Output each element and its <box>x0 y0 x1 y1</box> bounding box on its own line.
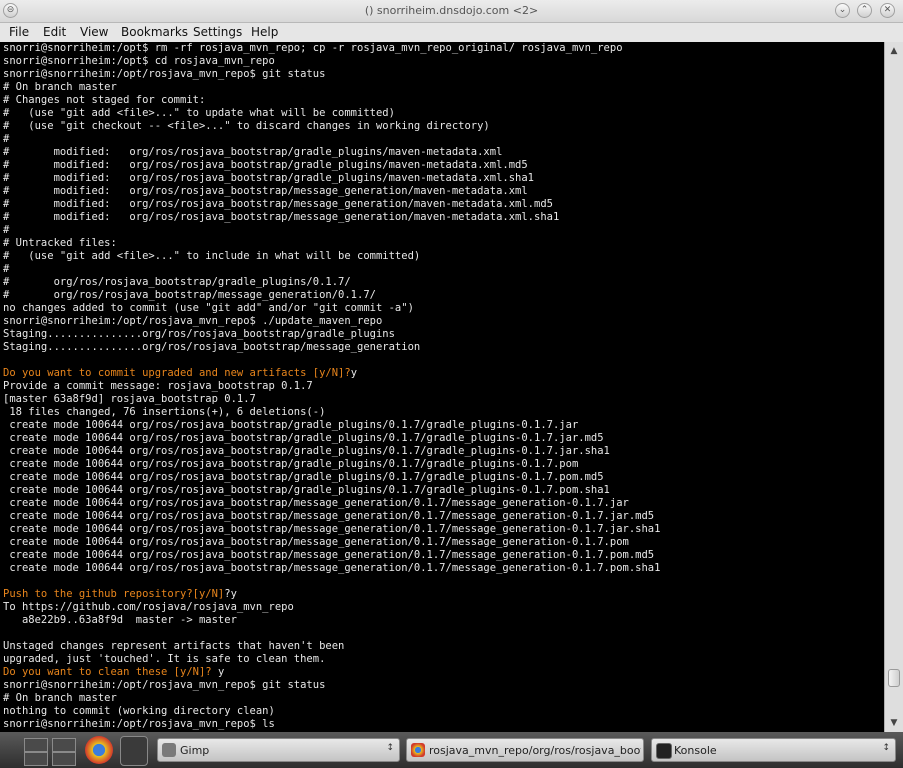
terminal-line: create mode 100644 org/ros/rosjava_boots… <box>3 432 604 444</box>
terminal-line: [master 63a8f9d] rosjava_bootstrap 0.1.7 <box>3 393 256 405</box>
terminal-scrollbar[interactable]: ▲ ▼ <box>884 42 903 732</box>
terminal-line: create mode 100644 org/ros/rosjava_boots… <box>3 445 610 457</box>
task-chrome[interactable]: rosjava_mvn_repo/org/ros/rosjava_bootstr… <box>406 738 644 762</box>
desktop-pager-4[interactable] <box>52 752 76 766</box>
terminal-line: snorri@snorriheim:/opt/rosjava_mvn_repo$… <box>3 68 326 80</box>
scroll-up-icon[interactable]: ▲ <box>887 44 901 58</box>
close-button[interactable]: ✕ <box>880 3 895 18</box>
terminal-line: Do you want to clean these [y/N]? y <box>3 666 225 678</box>
menu-bar: File Edit View Bookmarks Settings Help <box>0 23 903 43</box>
minimize-button[interactable]: ⌄ <box>835 3 850 18</box>
task-arrow-icon: ↕ <box>386 743 394 753</box>
terminal-line: create mode 100644 org/ros/rosjava_boots… <box>3 510 655 522</box>
task-arrow-icon: ↕ <box>882 743 890 753</box>
chrome-launcher-icon[interactable] <box>85 736 113 764</box>
task-konsole[interactable]: Konsole ↕ <box>651 738 896 762</box>
terminal-line: snorri@snorriheim:/opt$ rm -rf rosjava_m… <box>3 42 623 54</box>
task-label: Konsole <box>674 744 717 757</box>
taskbar: Gimp ↕ rosjava_mvn_repo/org/ros/rosjava_… <box>0 732 903 768</box>
terminal-launcher-icon[interactable] <box>120 736 148 766</box>
terminal-view[interactable]: snorri@snorriheim:/opt$ rm -rf rosjava_m… <box>0 42 884 732</box>
terminal-line: create mode 100644 org/ros/rosjava_boots… <box>3 562 661 574</box>
terminal-line: create mode 100644 org/ros/rosjava_boots… <box>3 471 604 483</box>
terminal-line: create mode 100644 org/ros/rosjava_boots… <box>3 549 655 561</box>
terminal-line: # <box>3 263 10 275</box>
terminal-line: nothing to commit (working directory cle… <box>3 705 275 717</box>
konsole-icon <box>656 743 672 759</box>
scrollbar-thumb[interactable] <box>888 669 900 687</box>
terminal-line: Do you want to commit upgraded and new a… <box>3 367 358 379</box>
chrome-icon <box>411 743 425 757</box>
terminal-line: Staging...............org/ros/rosjava_bo… <box>3 328 395 340</box>
terminal-line: 18 files changed, 76 insertions(+), 6 de… <box>3 406 326 418</box>
terminal-line: create mode 100644 org/ros/rosjava_boots… <box>3 523 661 535</box>
terminal-line: create mode 100644 org/ros/rosjava_boots… <box>3 458 579 470</box>
terminal-line: # org/ros/rosjava_bootstrap/gradle_plugi… <box>3 276 351 288</box>
maximize-button[interactable]: ⌃ <box>857 3 872 18</box>
terminal-line: a8e22b9..63a8f9d master -> master <box>3 614 237 626</box>
desktop-pager-3[interactable] <box>24 752 48 766</box>
terminal-line: snorri@snorriheim:/opt/rosjava_mvn_repo$… <box>3 679 326 691</box>
terminal-line: # Changes not staged for commit: <box>3 94 206 106</box>
terminal-line: Unstaged changes represent artifacts tha… <box>3 640 345 652</box>
terminal-line: Provide a commit message: rosjava_bootst… <box>3 380 313 392</box>
desktop-pager-1[interactable] <box>24 738 48 752</box>
window-title: () snorriheim.dnsdojo.com <2> <box>364 4 539 17</box>
terminal-line: # modified: org/ros/rosjava_bootstrap/me… <box>3 198 553 210</box>
terminal-line: # (use "git checkout -- <file>..." to di… <box>3 120 490 132</box>
menu-bookmarks[interactable]: Bookmarks <box>121 25 188 39</box>
terminal-line: # <box>3 224 10 236</box>
terminal-line: # <box>3 133 10 145</box>
terminal-line: Push to the github repository?[y/N]?y <box>3 588 237 600</box>
terminal-line: # modified: org/ros/rosjava_bootstrap/me… <box>3 211 560 223</box>
scroll-down-icon[interactable]: ▼ <box>887 716 901 730</box>
terminal-line: # Untracked files: <box>3 237 117 249</box>
menu-file[interactable]: File <box>9 25 29 39</box>
menu-edit[interactable]: Edit <box>43 25 66 39</box>
terminal-line: # (use "git add <file>..." to update wha… <box>3 107 395 119</box>
terminal-line: # On branch master <box>3 692 117 704</box>
terminal-line: # modified: org/ros/rosjava_bootstrap/me… <box>3 185 528 197</box>
terminal-line: # modified: org/ros/rosjava_bootstrap/gr… <box>3 146 503 158</box>
terminal-line: upgraded, just 'touched'. It is safe to … <box>3 653 326 665</box>
task-gimp[interactable]: Gimp ↕ <box>157 738 400 762</box>
terminal-line: # (use "git add <file>..." to include in… <box>3 250 421 262</box>
terminal-line: create mode 100644 org/ros/rosjava_boots… <box>3 536 629 548</box>
terminal-line: # On branch master <box>3 81 117 93</box>
terminal-line: no changes added to commit (use "git add… <box>3 302 414 314</box>
terminal-line: create mode 100644 org/ros/rosjava_boots… <box>3 497 629 509</box>
menu-settings[interactable]: Settings <box>193 25 242 39</box>
terminal-line: Staging...............org/ros/rosjava_bo… <box>3 341 421 353</box>
desktop-pager-2[interactable] <box>52 738 76 752</box>
terminal-line: create mode 100644 org/ros/rosjava_boots… <box>3 484 610 496</box>
task-label: rosjava_mvn_repo/org/ros/rosjava_bootstr… <box>429 744 641 757</box>
terminal-line: # org/ros/rosjava_bootstrap/message_gene… <box>3 289 376 301</box>
terminal-line: snorri@snorriheim:/opt/rosjava_mvn_repo$… <box>3 315 383 327</box>
terminal-line: # modified: org/ros/rosjava_bootstrap/gr… <box>3 172 535 184</box>
terminal-line: create mode 100644 org/ros/rosjava_boots… <box>3 419 579 431</box>
terminal-output: snorri@snorriheim:/opt$ rm -rf rosjava_m… <box>3 42 660 731</box>
terminal-line: snorri@snorriheim:/opt$ cd rosjava_mvn_r… <box>3 55 275 67</box>
terminal-line: snorri@snorriheim:/opt/rosjava_mvn_repo$… <box>3 718 275 730</box>
terminal-line: # modified: org/ros/rosjava_bootstrap/gr… <box>3 159 528 171</box>
task-label: Gimp <box>180 744 210 757</box>
gimp-icon <box>162 743 176 757</box>
window-titlebar[interactable]: ⊝ () snorriheim.dnsdojo.com <2> ⌄ ⌃ ✕ <box>0 0 903 23</box>
terminal-line: To https://github.com/rosjava/rosjava_mv… <box>3 601 294 613</box>
menu-help[interactable]: Help <box>251 25 278 39</box>
menu-view[interactable]: View <box>80 25 108 39</box>
